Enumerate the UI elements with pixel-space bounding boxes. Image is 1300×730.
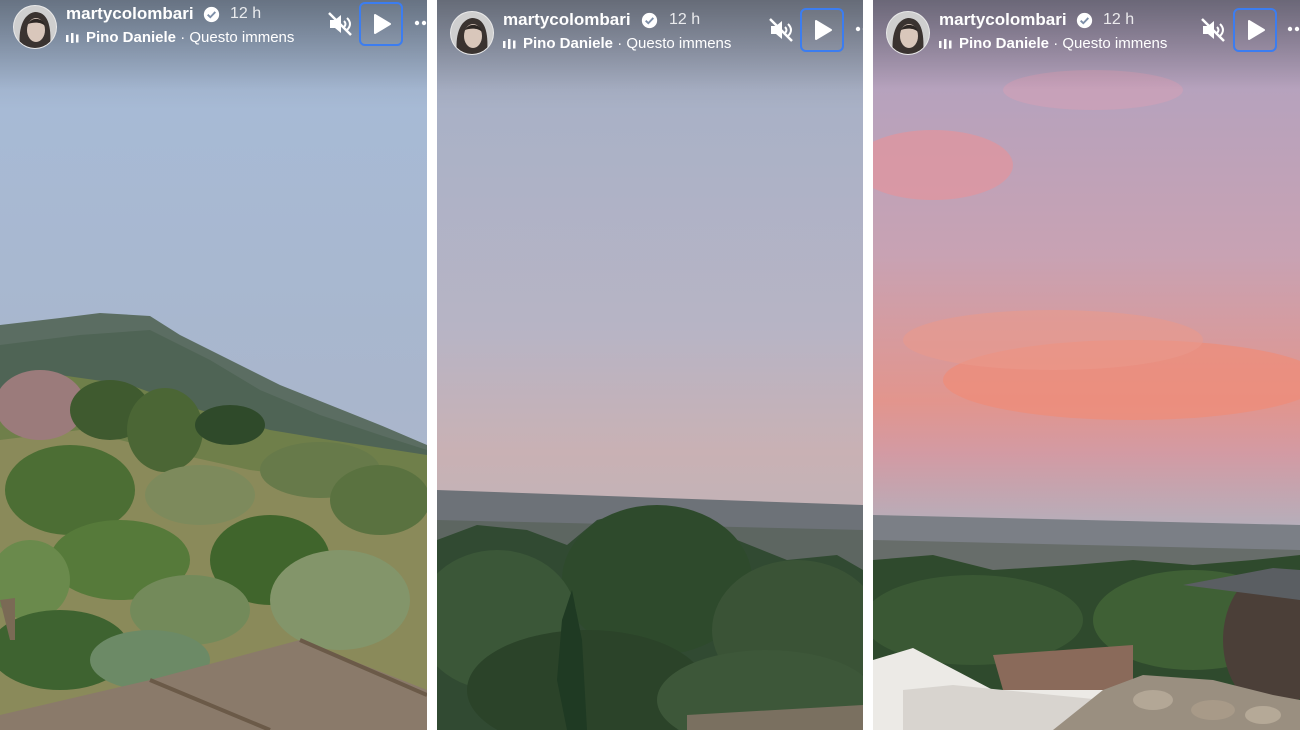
avatar[interactable] <box>886 11 930 55</box>
verified-badge-icon <box>203 6 220 23</box>
muted-speaker-icon[interactable] <box>326 10 354 38</box>
music-bars-icon <box>66 33 79 44</box>
story-panel-2[interactable]: martycolombari 12 h Pino Daniele · Quest… <box>437 0 863 730</box>
music-bars-icon <box>939 39 952 50</box>
play-icon <box>1248 20 1265 40</box>
post-time: 12 h <box>230 5 262 22</box>
post-time: 12 h <box>1103 11 1135 28</box>
music-info[interactable]: Pino Daniele · Questo immens <box>503 35 745 52</box>
avatar-portrait <box>887 12 929 54</box>
story-panel-1[interactable]: martycolombari 12 h Pino Daniele · Quest… <box>0 0 427 730</box>
avatar-portrait <box>14 6 56 48</box>
music-track: · Questo immens <box>617 35 732 52</box>
play-button[interactable] <box>800 8 844 52</box>
story-header: martycolombari 12 h Pino Daniele · Quest… <box>0 0 427 60</box>
story-media-2 <box>437 0 863 730</box>
username[interactable]: martycolombari <box>66 4 194 24</box>
more-options-icon[interactable] <box>1287 24 1300 34</box>
music-artist: Pino Daniele <box>959 35 1050 52</box>
more-options-icon[interactable] <box>855 24 863 34</box>
story-panel-3[interactable]: martycolombari 12 h Pino Daniele · Quest… <box>873 0 1300 730</box>
music-artist: Pino Daniele <box>523 35 614 52</box>
music-artist: Pino Daniele <box>86 29 177 46</box>
verified-badge-icon <box>641 12 658 29</box>
username[interactable]: martycolombari <box>503 10 631 30</box>
story-header: martycolombari 12 h Pino Daniele · Quest… <box>873 6 1300 66</box>
play-icon <box>815 20 832 40</box>
music-track: · Questo immens <box>1053 35 1168 52</box>
post-time: 12 h <box>669 11 701 28</box>
muted-speaker-icon[interactable] <box>1199 16 1227 44</box>
verified-badge-icon <box>1076 12 1093 29</box>
music-info[interactable]: Pino Daniele · Questo immens <box>939 35 1181 52</box>
username[interactable]: martycolombari <box>939 10 1067 30</box>
muted-speaker-icon[interactable] <box>767 16 795 44</box>
more-options-icon[interactable] <box>414 18 427 28</box>
story-header: martycolombari 12 h Pino Daniele · Quest… <box>437 6 863 66</box>
music-info[interactable]: Pino Daniele · Questo immens <box>66 29 308 46</box>
music-track: · Questo immens <box>180 29 295 46</box>
play-button[interactable] <box>359 2 403 46</box>
avatar-portrait <box>451 12 493 54</box>
story-media-3 <box>873 0 1300 730</box>
play-icon <box>374 14 391 34</box>
avatar[interactable] <box>13 5 57 49</box>
avatar[interactable] <box>450 11 494 55</box>
music-bars-icon <box>503 39 516 50</box>
story-media-1 <box>0 0 427 730</box>
play-button[interactable] <box>1233 8 1277 52</box>
